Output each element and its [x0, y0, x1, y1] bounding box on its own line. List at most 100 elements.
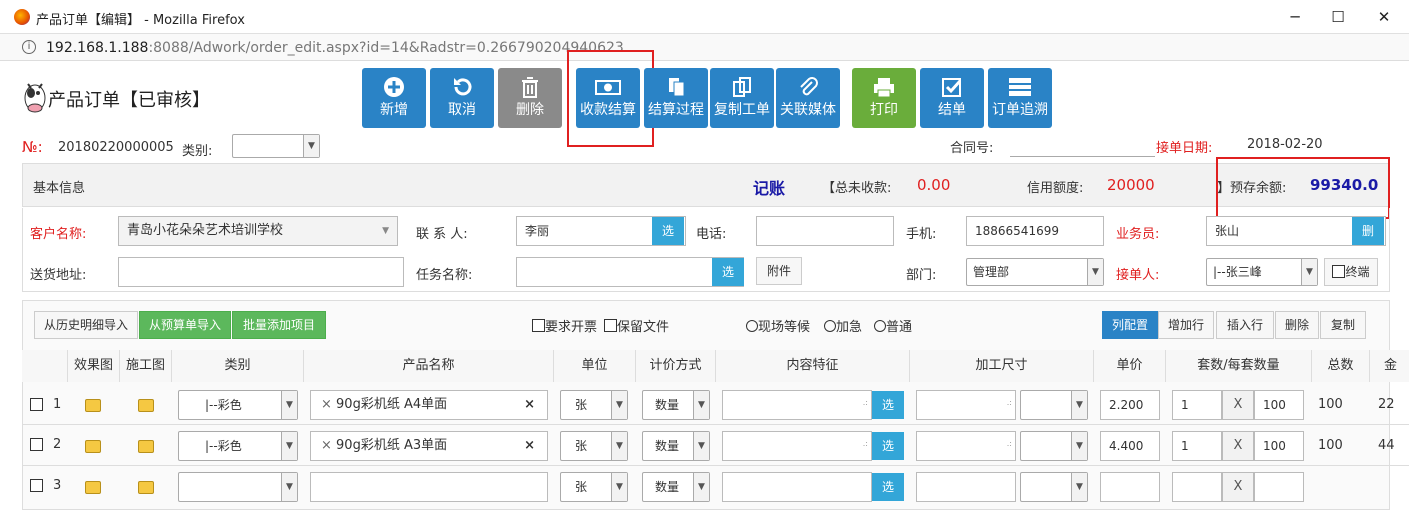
pricing-select[interactable]: 数量 ▼	[642, 390, 710, 420]
receiver-select[interactable]: |--张三峰 ▼	[1206, 258, 1318, 286]
order-trace-button[interactable]: 订单追溯	[988, 68, 1052, 128]
cancel-button[interactable]: 取消	[430, 68, 494, 128]
category-select[interactable]: |--彩色 ▼	[178, 390, 298, 420]
col-sets: 套数/每套数量	[1166, 350, 1312, 382]
minimize-button[interactable]: ─	[1280, 6, 1310, 28]
price-field[interactable]	[1100, 472, 1160, 502]
mobile-field[interactable]: 18866541699	[966, 216, 1104, 246]
print-button[interactable]: 打印	[852, 68, 916, 128]
size-textarea[interactable]: .:	[916, 431, 1016, 461]
content-choose-button[interactable]: 选	[872, 391, 904, 419]
keepfile-checkbox[interactable]	[604, 319, 617, 332]
category-select[interactable]: ▼	[178, 472, 298, 502]
highlight-box-payment	[567, 50, 654, 147]
maximize-button[interactable]: ☐	[1323, 6, 1353, 28]
normal-option[interactable]: 普通	[874, 316, 912, 335]
product-tag-input[interactable]: × 90g彩机纸 A3单面 ×	[310, 431, 548, 461]
row-checkbox[interactable]	[30, 479, 43, 492]
batch-add-button[interactable]: 批量添加项目	[232, 311, 326, 339]
link-media-button[interactable]: 关联媒体	[776, 68, 840, 128]
info-icon[interactable]: i	[22, 40, 36, 54]
size-unit-select[interactable]: ▼	[1020, 431, 1088, 461]
copy-order-button[interactable]: 复制工单	[710, 68, 774, 128]
add-row-button[interactable]: 增加行	[1158, 311, 1214, 339]
chevron-down-icon: ▼	[693, 473, 709, 501]
clear-icon[interactable]: ×	[524, 432, 535, 460]
clear-icon[interactable]: ×	[524, 391, 535, 419]
urgent-option[interactable]: 加急	[824, 316, 862, 335]
product-tag-input[interactable]: × 90g彩机纸 A4单面 ×	[310, 390, 548, 420]
per-set-field[interactable]	[1254, 472, 1304, 502]
col-unit: 单位	[554, 350, 636, 382]
import-history-button[interactable]: 从历史明细导入	[34, 311, 138, 339]
onsite-radio[interactable]	[746, 319, 758, 332]
size-unit-select[interactable]: ▼	[1020, 390, 1088, 420]
category-select[interactable]: |--彩色 ▼	[178, 431, 298, 461]
urgent-radio[interactable]	[824, 319, 836, 332]
col-effect: 效果图	[68, 350, 120, 382]
task-field[interactable]	[516, 257, 744, 287]
construct-image-icon[interactable]	[138, 399, 154, 412]
content-choose-button[interactable]: 选	[872, 473, 904, 501]
effect-image-icon[interactable]	[85, 440, 101, 453]
terminal-toggle[interactable]: 终端	[1324, 258, 1378, 286]
delete-button[interactable]: 删除	[498, 68, 562, 128]
sets-field[interactable]: 1	[1172, 390, 1222, 420]
sets-field[interactable]	[1172, 472, 1222, 502]
task-choose-button[interactable]: 选	[712, 258, 744, 286]
url-text[interactable]: 192.168.1.188:8088/Adwork/order_edit.asp…	[46, 40, 624, 56]
product-tag-input[interactable]	[310, 472, 548, 502]
close-button[interactable]: ✕	[1369, 6, 1399, 28]
row-checkbox[interactable]	[30, 438, 43, 451]
size-textarea[interactable]	[916, 472, 1016, 502]
order-type-select[interactable]: ▼	[232, 134, 320, 158]
delete-row-button[interactable]: 删除	[1275, 311, 1319, 339]
address-field[interactable]	[118, 257, 404, 287]
content-textarea[interactable]: .:	[722, 431, 872, 461]
contact-choose-button[interactable]: 选	[652, 217, 684, 245]
unit-select[interactable]: 张 ▼	[560, 431, 628, 461]
settle-process-button[interactable]: 结算过程	[644, 68, 708, 128]
content-textarea[interactable]: .:	[722, 390, 872, 420]
unit-select[interactable]: 张 ▼	[560, 390, 628, 420]
column-config-button[interactable]: 列配置	[1102, 311, 1158, 339]
price-field[interactable]: 4.400	[1100, 431, 1160, 461]
terminal-checkbox[interactable]	[1332, 265, 1346, 278]
per-set-field[interactable]: 100	[1254, 390, 1304, 420]
insert-row-button[interactable]: 插入行	[1216, 311, 1274, 339]
invoice-option[interactable]: 要求开票	[532, 316, 597, 335]
dept-select[interactable]: 管理部 ▼	[966, 258, 1104, 286]
bookkeeping-link[interactable]: 记账	[753, 175, 785, 199]
col-price: 单价	[1094, 350, 1166, 382]
address-bar[interactable]: i 192.168.1.188:8088/Adwork/order_edit.a…	[0, 34, 1409, 61]
sets-field[interactable]: 1	[1172, 431, 1222, 461]
customer-select[interactable]: 青岛小花朵朵艺术培训学校 ▼	[118, 216, 398, 246]
per-set-field[interactable]: 100	[1254, 431, 1304, 461]
pricing-select[interactable]: 数量 ▼	[642, 472, 710, 502]
copy-doc-icon	[669, 78, 685, 97]
content-textarea[interactable]	[722, 472, 872, 502]
copy-row-button[interactable]: 复制	[1320, 311, 1366, 339]
effect-image-icon[interactable]	[85, 399, 101, 412]
size-unit-select[interactable]: ▼	[1020, 472, 1088, 502]
content-choose-button[interactable]: 选	[872, 432, 904, 460]
onsite-option[interactable]: 现场等候	[746, 316, 810, 335]
add-button[interactable]: 新增	[362, 68, 426, 128]
contract-field[interactable]	[1010, 156, 1155, 157]
import-budget-button[interactable]: 从预算单导入	[139, 311, 231, 339]
construct-image-icon[interactable]	[138, 440, 154, 453]
effect-image-icon[interactable]	[85, 481, 101, 494]
phone-field[interactable]	[756, 216, 894, 246]
keepfile-option[interactable]: 保留文件	[604, 316, 669, 335]
sales-delete-button[interactable]: 删	[1352, 217, 1384, 245]
size-textarea[interactable]: .:	[916, 390, 1016, 420]
invoice-checkbox[interactable]	[532, 319, 545, 332]
price-field[interactable]: 2.200	[1100, 390, 1160, 420]
normal-radio[interactable]	[874, 319, 886, 332]
construct-image-icon[interactable]	[138, 481, 154, 494]
close-order-button[interactable]: 结单	[920, 68, 984, 128]
unit-select[interactable]: 张 ▼	[560, 472, 628, 502]
pricing-select[interactable]: 数量 ▼	[642, 431, 710, 461]
row-checkbox[interactable]	[30, 398, 43, 411]
attachment-button[interactable]: 附件	[756, 257, 802, 285]
